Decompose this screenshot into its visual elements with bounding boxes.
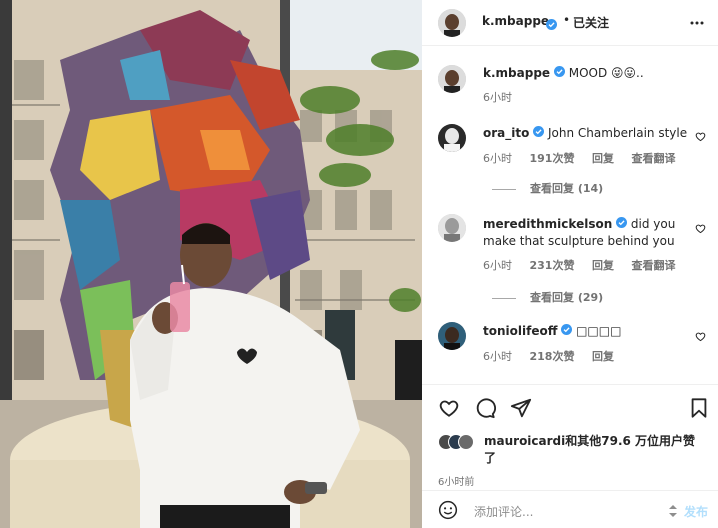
- post-time: 6小时前: [438, 477, 475, 488]
- following-status[interactable]: 已关注: [573, 14, 609, 31]
- view-replies-button[interactable]: 查看回复 (29): [492, 289, 603, 305]
- avatar-image: [438, 9, 466, 37]
- comment: ora_ito John Chamberlain style 6小时 191次赞…: [438, 118, 708, 198]
- comment-input[interactable]: 添加评论...: [474, 503, 533, 520]
- input-handle-icon: [669, 505, 677, 517]
- likes-text[interactable]: mauroicardi和其他79.6 万位用户赞 了: [484, 433, 708, 467]
- reply-button[interactable]: 回复: [592, 259, 614, 272]
- comment-text: John Chamberlain style: [548, 126, 688, 140]
- likes-summary: mauroicardi和其他79.6 万位用户赞 了: [438, 432, 708, 468]
- emoji-icon[interactable]: [438, 500, 458, 520]
- post-comment-button[interactable]: 发布: [684, 503, 708, 520]
- header-username[interactable]: k.mbappe: [482, 14, 549, 28]
- comment-likes[interactable]: 218次赞: [530, 350, 575, 363]
- post-header: k.mbappe • 已关注: [422, 0, 718, 46]
- comment-text-continued: make that sculpture behind you: [483, 234, 675, 248]
- avatar[interactable]: [438, 214, 466, 242]
- verified-icon: [533, 126, 545, 137]
- action-bar: [422, 384, 718, 430]
- comment-text: □□□□: [576, 324, 622, 338]
- avatar[interactable]: [438, 124, 466, 152]
- post-photo[interactable]: [0, 0, 422, 528]
- comment: toniolifeoff □□□□ 6小时 218次赞 回复: [438, 316, 708, 376]
- view-replies-button[interactable]: 查看回复 (14): [492, 180, 603, 196]
- comment-likes[interactable]: 231次赞: [530, 259, 575, 272]
- avatar[interactable]: [438, 65, 466, 93]
- heart-icon[interactable]: [438, 397, 460, 419]
- post-panel: k.mbappe • 已关注 k.mbappe MOOD 😜😛.. 6小时 or…: [422, 0, 718, 528]
- comment-time: 6小时: [483, 152, 512, 165]
- verified-icon: [561, 324, 573, 335]
- translate-button[interactable]: 查看翻译: [631, 152, 675, 165]
- comment-heart-icon[interactable]: [695, 331, 706, 342]
- comment: meredithmickelson did you make that scul…: [438, 208, 708, 304]
- verified-icon: [546, 15, 557, 34]
- comment-likes[interactable]: 191次赞: [530, 152, 575, 165]
- comment-time: 6小时: [483, 350, 512, 363]
- translate-button[interactable]: 查看翻译: [631, 259, 675, 272]
- comment-time: 6小时: [483, 259, 512, 272]
- comment-heart-icon[interactable]: [695, 131, 706, 142]
- add-comment-bar: 添加评论... 发布: [422, 490, 718, 528]
- post-image: [0, 0, 422, 528]
- send-icon[interactable]: [510, 397, 532, 419]
- caption-time: 6小时: [483, 91, 512, 104]
- comment-icon[interactable]: [474, 397, 496, 419]
- reply-button[interactable]: 回复: [592, 350, 614, 363]
- comment-heart-icon[interactable]: [695, 223, 706, 234]
- comment-username[interactable]: toniolifeoff: [483, 324, 557, 338]
- verified-icon: [616, 217, 628, 228]
- caption-text: MOOD 😜😛..: [568, 66, 644, 80]
- avatar[interactable]: [438, 322, 466, 350]
- bookmark-icon[interactable]: [688, 397, 710, 419]
- verified-icon: [553, 66, 565, 77]
- divider: [492, 188, 516, 190]
- liker-avatars[interactable]: [438, 434, 486, 450]
- comment-text: did you: [630, 217, 676, 231]
- avatar: [458, 434, 474, 450]
- reply-button[interactable]: 回复: [592, 152, 614, 165]
- separator-dot: •: [563, 13, 571, 27]
- caption-username[interactable]: k.mbappe: [483, 66, 550, 80]
- divider: [492, 297, 516, 299]
- caption: k.mbappe MOOD 😜😛.. 6小时: [438, 60, 708, 110]
- comment-username[interactable]: meredithmickelson: [483, 217, 612, 231]
- comment-username[interactable]: ora_ito: [483, 126, 529, 140]
- more-horizontal-icon[interactable]: [690, 15, 704, 29]
- avatar[interactable]: [438, 9, 466, 37]
